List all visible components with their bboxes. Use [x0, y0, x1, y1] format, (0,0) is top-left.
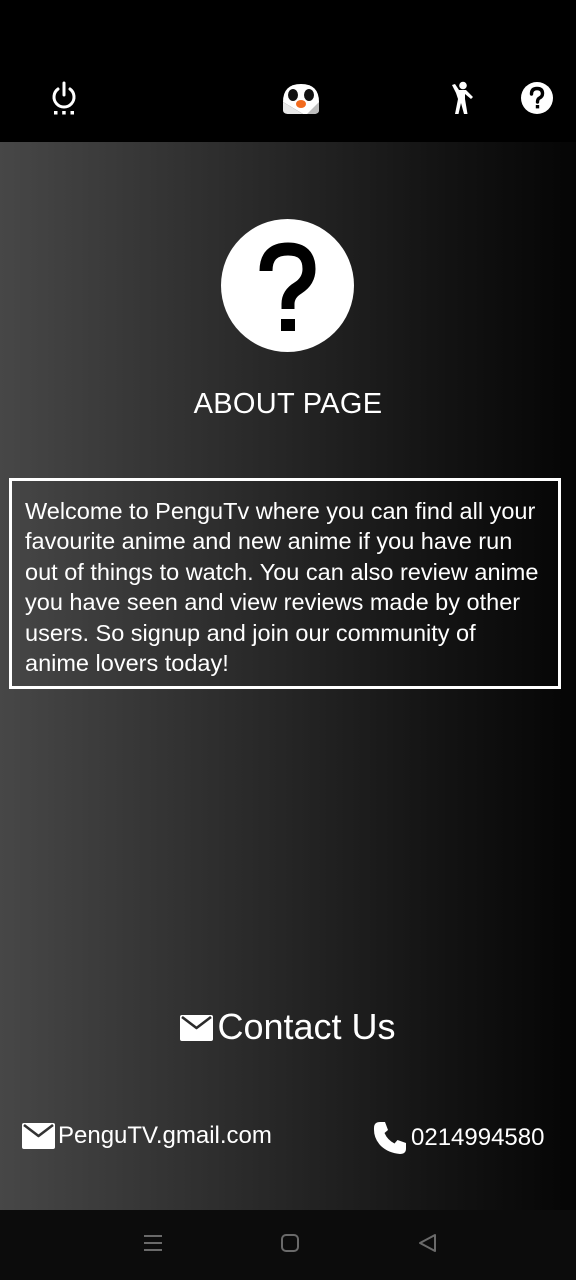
help-button[interactable] — [513, 76, 561, 124]
toolbar — [0, 60, 576, 142]
help-circle-icon — [520, 81, 554, 120]
person-standing-icon — [444, 81, 476, 120]
home-logo-button[interactable] — [276, 76, 326, 124]
main-content: ABOUT PAGE Welcome to PenguTv where you … — [0, 142, 576, 1210]
contact-email-text: PenguTV.gmail.com — [58, 1122, 272, 1149]
question-mark-icon — [221, 242, 354, 356]
about-page-title: ABOUT PAGE — [193, 388, 383, 420]
penguin-logo-icon — [279, 80, 323, 121]
contact-us-heading: Contact Us — [0, 1006, 576, 1048]
back-triangle-icon — [416, 1232, 438, 1259]
accessibility-button[interactable] — [436, 76, 484, 124]
envelope-icon — [22, 1123, 55, 1149]
home-button[interactable] — [275, 1230, 305, 1260]
envelope-icon — [180, 1015, 214, 1041]
contact-email-link[interactable]: PenguTV.gmail.com — [22, 1122, 272, 1150]
home-square-icon — [280, 1233, 300, 1258]
screen: ABOUT PAGE Welcome to PenguTv where you … — [0, 0, 576, 1280]
back-button[interactable] — [412, 1230, 442, 1260]
power-icon — [49, 81, 79, 120]
phone-icon — [372, 1120, 408, 1156]
contact-phone-text: 0214994580 — [411, 1124, 545, 1151]
contact-phone-link[interactable]: 0214994580 — [372, 1120, 544, 1156]
power-button[interactable] — [40, 76, 88, 124]
about-icon-circle — [221, 219, 354, 352]
status-bar — [0, 0, 576, 60]
menu-icon — [142, 1233, 164, 1258]
recents-button[interactable] — [138, 1230, 168, 1260]
about-description: Welcome to PenguTv where you can find al… — [9, 478, 561, 689]
system-nav-bar — [0, 1210, 576, 1280]
contact-us-label: Contact Us — [217, 1006, 396, 1047]
